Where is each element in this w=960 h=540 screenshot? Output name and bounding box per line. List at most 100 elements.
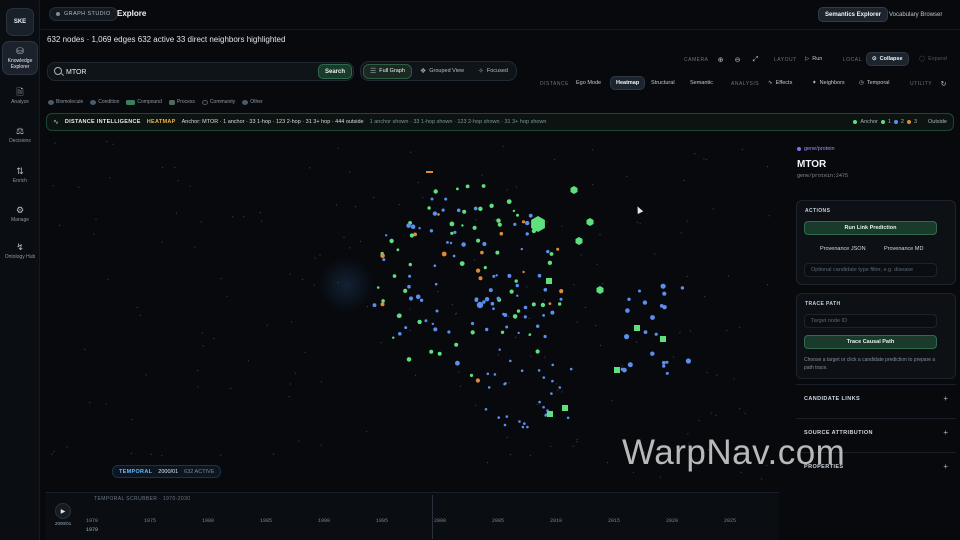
graph-node-outside[interactable] (555, 383, 558, 385)
graph-node[interactable] (431, 322, 434, 326)
temporal-scrubber[interactable]: TEMPORAL SCRUBBER · 1970-2030 ▶ 2000/01 … (46, 492, 779, 540)
trace-causal-path-button[interactable]: Trace Causal Path (804, 335, 937, 349)
graph-node[interactable] (372, 303, 377, 308)
graph-node-outside[interactable] (139, 314, 141, 316)
graph-node-outside[interactable] (506, 189, 508, 191)
graph-node-square[interactable] (614, 367, 620, 373)
graph-node-outside[interactable] (422, 196, 424, 198)
fit-view-icon[interactable]: ⤢ (748, 52, 763, 67)
graph-node[interactable] (517, 331, 520, 335)
run-link-prediction-button[interactable]: Run Link Prediction (804, 221, 937, 235)
graph-node-outside[interactable] (107, 278, 109, 280)
graph-node-outside[interactable] (659, 476, 662, 478)
graph-node-outside[interactable] (417, 181, 419, 184)
graph-node-outside[interactable] (136, 306, 138, 308)
graph-node[interactable] (446, 241, 449, 244)
graph-node[interactable] (424, 319, 428, 323)
graph-node[interactable] (549, 252, 554, 256)
graph-node-outside[interactable] (93, 233, 95, 235)
graph-node[interactable] (441, 251, 447, 257)
graph-node[interactable] (454, 342, 459, 347)
graph-node-outside[interactable] (710, 412, 712, 414)
graph-node-outside[interactable] (373, 196, 375, 199)
graph-node-outside[interactable] (727, 275, 730, 277)
graph-node-outside[interactable] (458, 371, 460, 373)
graph-node[interactable] (547, 260, 553, 265)
graph-node-outside[interactable] (526, 286, 528, 288)
graph-node[interactable] (507, 273, 512, 278)
graph-node[interactable] (481, 184, 486, 188)
graph-node-outside[interactable] (201, 332, 203, 334)
graph-node-outside[interactable] (162, 166, 164, 169)
graph-node[interactable] (447, 330, 451, 334)
graph-node[interactable] (410, 224, 416, 229)
graph-node[interactable] (492, 274, 496, 278)
graph-node[interactable] (515, 283, 519, 288)
run-layout-button[interactable]: ▷ Run (800, 52, 827, 66)
graph-node-outside[interactable] (557, 389, 559, 391)
graph-node[interactable] (475, 378, 480, 383)
graph-node-outside[interactable] (243, 216, 245, 218)
graph-node[interactable] (406, 357, 412, 362)
graph-node[interactable] (499, 231, 504, 236)
graph-node[interactable] (495, 274, 498, 277)
graph-node[interactable] (452, 254, 456, 258)
grouped-view-button[interactable]: ❖ Grouped View (414, 64, 470, 79)
graph-node-outside[interactable] (398, 204, 400, 206)
graph-node[interactable] (505, 415, 509, 418)
graph-node[interactable] (427, 206, 431, 210)
graph-node[interactable] (488, 288, 493, 293)
graph-node-outside[interactable] (302, 278, 304, 280)
graph-node-outside[interactable] (543, 299, 545, 301)
graph-node-outside[interactable] (576, 438, 578, 441)
graph-node-outside[interactable] (259, 212, 261, 214)
graph-node-square[interactable] (562, 405, 568, 411)
legend-item-other[interactable]: Other (242, 99, 263, 105)
graph-node-outside[interactable] (197, 386, 199, 388)
graph-node[interactable] (409, 233, 414, 238)
temporal-button[interactable]: ◷ Temporal (854, 76, 894, 90)
graph-node[interactable] (540, 302, 546, 308)
graph-node[interactable] (638, 289, 641, 293)
graph-node[interactable] (461, 224, 464, 227)
graph-node-outside[interactable] (131, 418, 133, 421)
graph-node[interactable] (461, 242, 466, 247)
graph-node-outside[interactable] (289, 273, 291, 275)
graph-node-outside[interactable] (260, 220, 263, 222)
graph-node[interactable] (661, 360, 666, 365)
graph-node-orange[interactable] (426, 171, 433, 173)
graph-node-outside[interactable] (320, 381, 322, 383)
graph-node-outside[interactable] (715, 414, 717, 417)
graph-node-outside[interactable] (105, 403, 107, 405)
graph-node-outside[interactable] (544, 356, 546, 358)
provenance-md-button[interactable]: Provenance MD (879, 242, 928, 255)
graph-node[interactable] (493, 373, 497, 376)
graph-node[interactable] (542, 376, 546, 379)
graph-node-outside[interactable] (304, 351, 306, 353)
graph-node[interactable] (482, 241, 487, 247)
graph-node-outside[interactable] (636, 341, 638, 343)
app-logo[interactable]: SKE (6, 8, 34, 36)
graph-node-outside[interactable] (636, 221, 638, 223)
graph-node[interactable] (484, 297, 490, 302)
graph-node[interactable] (531, 302, 536, 307)
graph-node-outside[interactable] (694, 153, 696, 155)
graph-node-outside[interactable] (335, 204, 338, 206)
graph-node[interactable] (444, 197, 448, 201)
graph-node[interactable] (376, 286, 380, 289)
graph-node-outside[interactable] (409, 308, 411, 310)
graph-node[interactable] (389, 238, 394, 244)
graph-node-outside[interactable] (508, 382, 510, 384)
graph-node[interactable] (497, 416, 501, 419)
graph-node[interactable] (403, 288, 408, 293)
graph-node[interactable] (478, 206, 483, 211)
graph-node-outside[interactable] (51, 453, 53, 455)
graph-node[interactable] (482, 300, 486, 304)
graph-node-outside[interactable] (150, 453, 152, 455)
graph-node[interactable] (430, 197, 434, 201)
graph-node-outside[interactable] (78, 186, 80, 188)
graph-node[interactable] (429, 349, 434, 354)
graph-node-outside[interactable] (680, 232, 682, 234)
graph-node-square[interactable] (546, 278, 552, 284)
graph-node-outside[interactable] (585, 306, 587, 308)
